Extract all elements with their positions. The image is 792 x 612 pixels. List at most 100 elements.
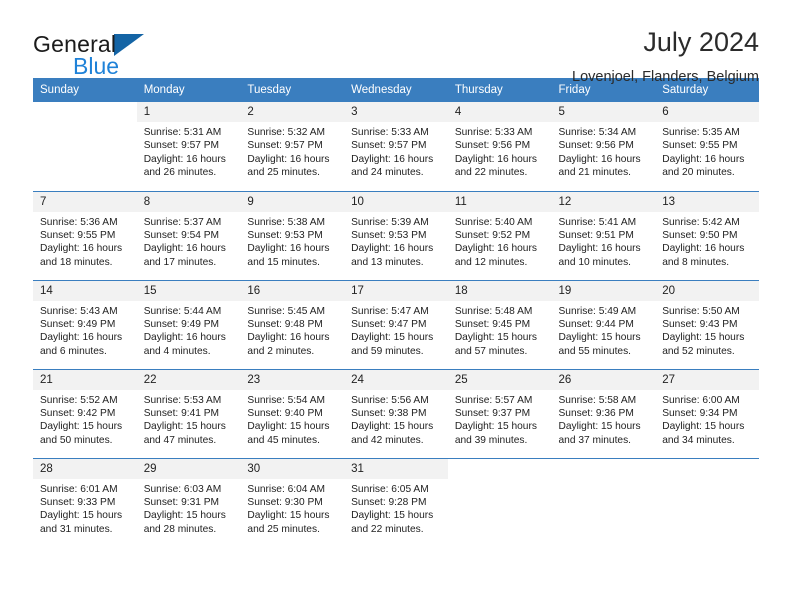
sunrise-text: Sunrise: 5:52 AM [40,394,118,406]
sunrise-text: Sunrise: 5:57 AM [454,394,533,406]
weekday-header-wednesday: Wednesday [344,78,448,102]
calendar-day-cell[interactable]: 12 Sunrise: 5:41 AM Sunset: 9:51 PM Dayligh… [551,190,656,280]
daylight-text-line2: and 6 minutes. [40,345,107,357]
day-cell-content: 6 Sunrise: 5:35 AM Sunset: 9:55 PM Daylight… [655,102,759,191]
day-number: 22 [136,369,241,390]
day-cell-content: 8 Sunrise: 5:37 AM Sunset: 9:54 PM Daylight… [136,191,241,280]
sunset-text: Sunset: 9:38 PM [351,407,427,419]
sunset-text: Sunset: 9:54 PM [143,229,220,241]
sunrise-text: Sunrise: 6:03 AM [143,483,222,495]
sunset-text: Sunset: 9:31 PM [143,496,220,508]
day-number: 8 [136,191,241,212]
calendar-day-cell[interactable]: 1 Sunrise: 5:31 AM Sunset: 9:57 PM Daylight… [136,102,241,191]
calendar-day-cell[interactable]: 8 Sunrise: 5:37 AM Sunset: 9:54 PM Daylight… [136,190,241,280]
daylight-text-line1: Daylight: 16 hours [662,243,745,255]
calendar-day-cell[interactable]: 20 Sunrise: 5:50 AM Sunset: 9:43 PM Dayligh… [655,279,759,369]
daylight-text-line2: and 22 minutes. [454,167,528,179]
calendar-day-cell[interactable]: 19 Sunrise: 5:49 AM Sunset: 9:44 PM Dayligh… [551,279,656,369]
day-cell-content: 9 Sunrise: 5:38 AM Sunset: 9:53 PM Daylight… [240,191,345,280]
day-cell-content: 4 Sunrise: 5:33 AM Sunset: 9:56 PM Daylight… [447,102,552,191]
day-sun-info: Sunrise: 5:48 AM Sunset: 9:45 PM Daylight:… [448,301,552,359]
weekday-header-tuesday: Tuesday [240,78,345,102]
calendar-day-cell[interactable]: 30 Sunrise: 6:04 AM Sunset: 9:30 PM Dayligh… [240,457,345,547]
calendar-week-row: 1 Sunrise: 5:31 AM Sunset: 9:57 PM Daylight… [33,102,759,191]
calendar-day-cell[interactable]: 10 Sunrise: 5:39 AM Sunset: 9:53 PM Dayligh… [344,190,448,280]
calendar-week-row: 14 Sunrise: 5:43 AM Sunset: 9:49 PM Dayligh… [33,279,759,369]
day-cell-content: 29 Sunrise: 6:03 AM Sunset: 9:31 PM Dayligh… [136,458,241,548]
daylight-text-line2: and 26 minutes. [143,167,217,179]
daylight-text-line1: Daylight: 16 hours [351,243,434,255]
day-cell-content: 20 Sunrise: 5:50 AM Sunset: 9:43 PM Dayligh… [655,280,759,369]
sunrise-text: Sunrise: 6:01 AM [40,483,118,495]
day-cell-content: 22 Sunrise: 5:53 AM Sunset: 9:41 PM Dayligh… [136,369,241,458]
calendar-day-cell[interactable]: 4 Sunrise: 5:33 AM Sunset: 9:56 PM Daylight… [447,102,552,191]
calendar-week-row: 21 Sunrise: 5:52 AM Sunset: 9:42 PM Dayligh… [33,368,759,458]
day-number: 29 [136,458,241,479]
sunset-text: Sunset: 9:57 PM [351,140,427,152]
sunrise-text: Sunrise: 5:41 AM [558,216,637,228]
calendar-day-cell[interactable]: 18 Sunrise: 5:48 AM Sunset: 9:45 PM Dayligh… [447,279,552,369]
calendar-day-cell[interactable]: 27 Sunrise: 6:00 AM Sunset: 9:34 PM Dayligh… [655,368,759,458]
day-cell-content: 23 Sunrise: 5:54 AM Sunset: 9:40 PM Dayligh… [240,369,345,458]
day-number: 7 [33,191,137,212]
day-number: 2 [240,102,345,122]
sunrise-text: Sunrise: 5:43 AM [40,305,118,317]
calendar-day-cell[interactable]: 25 Sunrise: 5:57 AM Sunset: 9:37 PM Dayligh… [447,368,552,458]
day-cell-content: 18 Sunrise: 5:48 AM Sunset: 9:45 PM Dayligh… [447,280,552,369]
day-sun-info: Sunrise: 5:50 AM Sunset: 9:43 PM Daylight:… [655,301,759,359]
day-cell-content: 3 Sunrise: 5:33 AM Sunset: 9:57 PM Daylight… [344,102,448,191]
calendar-day-cell[interactable]: 28 Sunrise: 6:01 AM Sunset: 9:33 PM Dayligh… [33,457,137,548]
day-number: 12 [551,191,656,212]
calendar-day-cell[interactable]: 13 Sunrise: 5:42 AM Sunset: 9:50 PM Dayligh… [655,190,759,280]
sunset-text: Sunset: 9:30 PM [247,496,323,508]
calendar-day-cell[interactable]: 16 Sunrise: 5:45 AM Sunset: 9:48 PM Dayligh… [240,279,345,369]
day-sun-info: Sunrise: 5:32 AM Sunset: 9:57 PM Daylight:… [240,122,344,180]
calendar-day-cell[interactable]: 9 Sunrise: 5:38 AM Sunset: 9:53 PM Daylight… [240,190,345,280]
day-number: 13 [655,191,759,212]
day-cell-content: 28 Sunrise: 6:01 AM Sunset: 9:33 PM Dayligh… [33,458,137,548]
calendar-day-cell[interactable]: 22 Sunrise: 5:53 AM Sunset: 9:41 PM Dayligh… [136,368,241,458]
day-number: 15 [136,280,241,301]
calendar-day-cell[interactable]: 29 Sunrise: 6:03 AM Sunset: 9:31 PM Dayligh… [136,457,241,548]
calendar-day-cell[interactable]: 31 Sunrise: 6:05 AM Sunset: 9:28 PM Dayligh… [344,457,448,547]
sunrise-text: Sunrise: 5:31 AM [143,127,222,138]
day-sun-info: Sunrise: 5:52 AM Sunset: 9:42 PM Daylight:… [33,390,137,448]
calendar-day-cell[interactable]: 6 Sunrise: 5:35 AM Sunset: 9:55 PM Daylight… [655,102,759,191]
sunrise-text: Sunrise: 5:47 AM [351,305,429,317]
day-number [655,459,759,479]
calendar-day-cell[interactable]: 21 Sunrise: 5:52 AM Sunset: 9:42 PM Dayligh… [33,368,137,458]
day-number: 23 [240,369,345,390]
day-number: 27 [655,369,759,390]
daylight-text-line2: and 28 minutes. [143,523,217,535]
weekday-header-monday: Monday [136,78,241,102]
daylight-text-line1: Daylight: 15 hours [558,421,641,433]
calendar-day-cell[interactable]: 11 Sunrise: 5:40 AM Sunset: 9:52 PM Dayligh… [447,190,552,280]
calendar-day-cell [551,457,656,547]
calendar-day-cell[interactable]: 7 Sunrise: 5:36 AM Sunset: 9:55 PM Daylight… [33,190,137,280]
logo-text-blue: Blue [73,53,120,79]
calendar-day-cell[interactable]: 26 Sunrise: 5:58 AM Sunset: 9:36 PM Dayligh… [551,368,656,458]
day-cell-content: 27 Sunrise: 6:00 AM Sunset: 9:34 PM Dayligh… [655,369,759,458]
day-sun-info: Sunrise: 5:40 AM Sunset: 9:52 PM Daylight:… [448,212,552,270]
day-sun-info: Sunrise: 6:04 AM Sunset: 9:30 PM Daylight:… [240,479,344,537]
day-cell-content: 1 Sunrise: 5:31 AM Sunset: 9:57 PM Daylight… [136,102,241,191]
calendar-day-cell[interactable]: 15 Sunrise: 5:44 AM Sunset: 9:49 PM Dayligh… [136,279,241,369]
general-blue-logo[interactable]: General Blue [33,26,145,79]
calendar-day-cell[interactable]: 14 Sunrise: 5:43 AM Sunset: 9:49 PM Dayligh… [33,279,137,369]
day-number: 21 [33,369,137,390]
daylight-text-line1: Daylight: 16 hours [662,153,745,165]
daylight-text-line1: Daylight: 16 hours [143,243,226,255]
calendar-day-cell[interactable]: 2 Sunrise: 5:32 AM Sunset: 9:57 PM Daylight… [240,102,345,191]
day-cell-content: 11 Sunrise: 5:40 AM Sunset: 9:52 PM Dayligh… [447,191,552,280]
calendar-day-cell[interactable]: 5 Sunrise: 5:34 AM Sunset: 9:56 PM Daylight… [551,102,656,191]
sunset-text: Sunset: 9:50 PM [662,229,738,241]
calendar-day-cell[interactable]: 3 Sunrise: 5:33 AM Sunset: 9:57 PM Daylight… [344,102,448,191]
calendar-day-cell[interactable]: 24 Sunrise: 5:56 AM Sunset: 9:38 PM Dayligh… [344,368,448,458]
daylight-text-line2: and 8 minutes. [662,256,730,268]
calendar-day-cell[interactable]: 23 Sunrise: 5:54 AM Sunset: 9:40 PM Dayligh… [240,368,345,458]
day-sun-info: Sunrise: 5:31 AM Sunset: 9:57 PM Daylight:… [137,122,241,180]
day-sun-info: Sunrise: 5:42 AM Sunset: 9:50 PM Daylight:… [655,212,759,270]
sunrise-text: Sunrise: 5:42 AM [662,216,740,228]
day-sun-info: Sunrise: 5:47 AM Sunset: 9:47 PM Daylight:… [344,301,448,359]
calendar-day-cell[interactable]: 17 Sunrise: 5:47 AM Sunset: 9:47 PM Dayligh… [344,279,448,369]
